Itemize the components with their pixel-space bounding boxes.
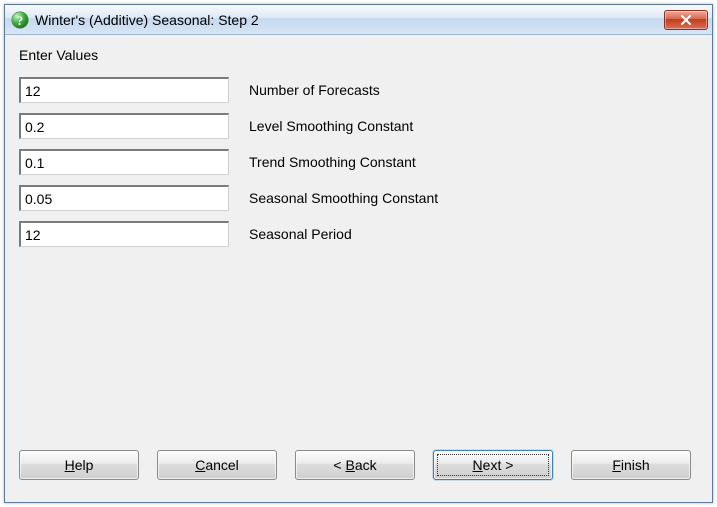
forecasts-input[interactable] [19,77,229,103]
seasonal-period-label: Seasonal Period [249,226,352,242]
section-label: Enter Values [19,47,698,63]
button-label: Next > [473,457,514,473]
button-label: Cancel [195,457,239,473]
field-row: Number of Forecasts [19,77,698,103]
help-button[interactable]: Help [19,450,139,480]
window-title: Winter's (Additive) Seasonal: Step 2 [35,12,658,28]
help-icon: ? [11,11,29,29]
back-button[interactable]: < Back [295,450,415,480]
dialog-window: ? Winter's (Additive) Seasonal: Step 2 E… [4,4,713,503]
button-label: Finish [612,457,649,473]
button-label: < Back [333,457,376,473]
field-row: Seasonal Smoothing Constant [19,185,698,211]
field-row: Level Smoothing Constant [19,113,698,139]
titlebar: ? Winter's (Additive) Seasonal: Step 2 [5,5,712,35]
trend-smoothing-input[interactable] [19,149,229,175]
button-label: Help [65,457,94,473]
seasonal-period-input[interactable] [19,221,229,247]
finish-button[interactable]: Finish [571,450,691,480]
forecasts-label: Number of Forecasts [249,82,380,98]
trend-smoothing-label: Trend Smoothing Constant [249,154,416,170]
seasonal-smoothing-label: Seasonal Smoothing Constant [249,190,438,206]
level-smoothing-label: Level Smoothing Constant [249,118,413,134]
svg-text:?: ? [17,13,24,28]
seasonal-smoothing-input[interactable] [19,185,229,211]
cancel-button[interactable]: Cancel [157,450,277,480]
field-row: Seasonal Period [19,221,698,247]
close-icon [680,15,692,25]
next-button[interactable]: Next > [433,450,553,480]
button-bar: Help Cancel < Back Next > Finish [5,442,712,502]
close-button[interactable] [664,10,708,30]
dialog-content: Enter Values Number of Forecasts Level S… [5,35,712,442]
level-smoothing-input[interactable] [19,113,229,139]
field-row: Trend Smoothing Constant [19,149,698,175]
